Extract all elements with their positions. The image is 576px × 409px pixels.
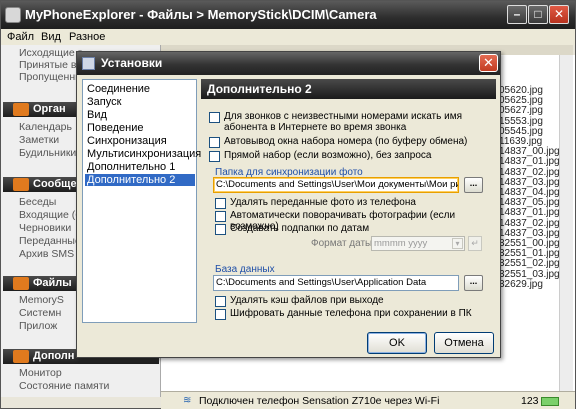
- nav-item-monitor[interactable]: Монитор: [19, 367, 62, 379]
- nav-item-received[interactable]: Принятые в: [19, 59, 76, 71]
- date-format-select[interactable]: mmmm yyyy ▾: [371, 236, 465, 251]
- battery-icon: [541, 397, 559, 406]
- nav-item-memory-status[interactable]: Состояние памяти: [19, 380, 109, 392]
- category-multisync[interactable]: Мультисинхронизация: [87, 148, 201, 160]
- nav-item-system[interactable]: Системн: [19, 307, 61, 319]
- settings-icon: [82, 57, 95, 70]
- organizer-icon: [13, 103, 29, 116]
- file-list-scrollbar[interactable]: [559, 55, 573, 391]
- checkbox-date-subfolders[interactable]: Создавать подпапки по датам: [215, 223, 369, 235]
- nav-item-apps[interactable]: Прилож: [19, 320, 57, 332]
- checkbox-delete-transferred[interactable]: Удалять переданные фото из телефона: [215, 197, 416, 209]
- category-view[interactable]: Вид: [87, 109, 107, 121]
- category-connection[interactable]: Соединение: [87, 83, 150, 95]
- database-path-input[interactable]: C:\Documents and Settings\User\Applicati…: [213, 275, 459, 291]
- nav-item-calendar[interactable]: Календарь: [19, 121, 72, 133]
- wifi-icon: ≋: [183, 395, 192, 406]
- database-browse-button[interactable]: ...: [464, 275, 483, 291]
- checkbox-box[interactable]: [215, 309, 226, 320]
- maximize-button[interactable]: □: [528, 5, 548, 24]
- date-format-apply-button[interactable]: ↵: [468, 236, 482, 251]
- nav-item-notes[interactable]: Заметки: [19, 134, 59, 146]
- nav-item-outgoing[interactable]: Исходящие в: [19, 47, 83, 59]
- dialog-close-button[interactable]: ✕: [479, 54, 498, 72]
- checkbox-box[interactable]: [215, 198, 226, 209]
- file-row[interactable]: 32629.jpg: [499, 279, 543, 290]
- checkbox-box[interactable]: [215, 211, 226, 222]
- nav-item-alarms[interactable]: Будильники: [19, 147, 76, 159]
- nav-item-drafts[interactable]: Черновики: [19, 222, 71, 234]
- checkbox-encrypt-data[interactable]: Шифровать данные телефона при сохранении…: [215, 308, 472, 320]
- menu-misc[interactable]: Разное: [69, 31, 105, 43]
- statusbar: ≋ Подключен телефон Sensation Z710e чере…: [161, 391, 575, 409]
- menu-view[interactable]: Вид: [41, 31, 61, 43]
- phone-app-icon: [5, 7, 21, 23]
- category-behavior[interactable]: Поведение: [87, 122, 144, 134]
- menubar: Файл Вид Разное: [1, 29, 575, 45]
- checkbox-direct-dial[interactable]: Прямой набор (если возможно), без запрос…: [209, 150, 431, 162]
- dialog-title: Установки: [101, 56, 163, 70]
- category-startup[interactable]: Запуск: [87, 96, 121, 108]
- nav-item-inbox[interactable]: Входящие (6: [19, 209, 81, 221]
- dialog-titlebar: Установки ✕: [77, 52, 500, 75]
- window-title: MyPhoneExplorer - Файлы > MemoryStick\DC…: [25, 7, 377, 22]
- nav-item-missed[interactable]: Пропущенны: [19, 71, 83, 83]
- status-count: 123: [521, 395, 539, 407]
- checkbox-box[interactable]: [215, 296, 226, 307]
- checkbox-auto-dial-window[interactable]: Автовывод окна набора номера (по буферу …: [209, 136, 467, 148]
- close-button[interactable]: ✕: [549, 5, 569, 24]
- minimize-button[interactable]: –: [507, 5, 527, 24]
- checkbox-box[interactable]: [209, 151, 220, 162]
- category-extra-2[interactable]: Дополнительно 2: [85, 174, 195, 186]
- checkbox-clear-file-cache[interactable]: Удалять кэш файлов при выходе: [215, 295, 384, 307]
- panel-title: Дополнительно 2: [201, 79, 496, 99]
- nav-item-conversations[interactable]: Беседы: [19, 196, 56, 208]
- database-group-label: База данных: [215, 264, 275, 275]
- nav-item-sent[interactable]: Переданные: [19, 235, 81, 247]
- category-sync[interactable]: Синхронизация: [87, 135, 167, 147]
- checkbox-box[interactable]: [209, 112, 220, 123]
- menu-file[interactable]: Файл: [7, 31, 34, 43]
- cancel-button[interactable]: Отмена: [434, 332, 494, 354]
- nav-item-memorystick[interactable]: MemoryS: [19, 294, 64, 306]
- messages-icon: [13, 178, 29, 191]
- ok-button[interactable]: OK: [367, 332, 427, 354]
- main-titlebar: MyPhoneExplorer - Файлы > MemoryStick\DC…: [1, 1, 575, 29]
- status-text: Подключен телефон Sensation Z710e через …: [199, 395, 440, 407]
- photo-sync-browse-button[interactable]: ...: [464, 177, 483, 193]
- date-format-label: Формат даты:: [311, 238, 376, 249]
- settings-dialog: Установки ✕ Соединение Запуск Вид Поведе…: [76, 51, 501, 358]
- extras-icon: [13, 350, 29, 363]
- checkbox-box[interactable]: [215, 224, 226, 235]
- settings-panel: Дополнительно 2 Для звонков с неизвестны…: [201, 79, 496, 323]
- checkbox-lookup-unknown[interactable]: Для звонков с неизвестными номерами иска…: [209, 111, 471, 133]
- photo-sync-path-input[interactable]: C:\Documents and Settings\User\Мои докум…: [213, 177, 459, 193]
- category-extra-1[interactable]: Дополнительно 1: [87, 161, 175, 173]
- settings-category-list: Соединение Запуск Вид Поведение Синхрони…: [82, 79, 201, 323]
- checkbox-box[interactable]: [209, 137, 220, 148]
- files-icon: [13, 277, 29, 290]
- chevron-down-icon: ▾: [452, 238, 463, 249]
